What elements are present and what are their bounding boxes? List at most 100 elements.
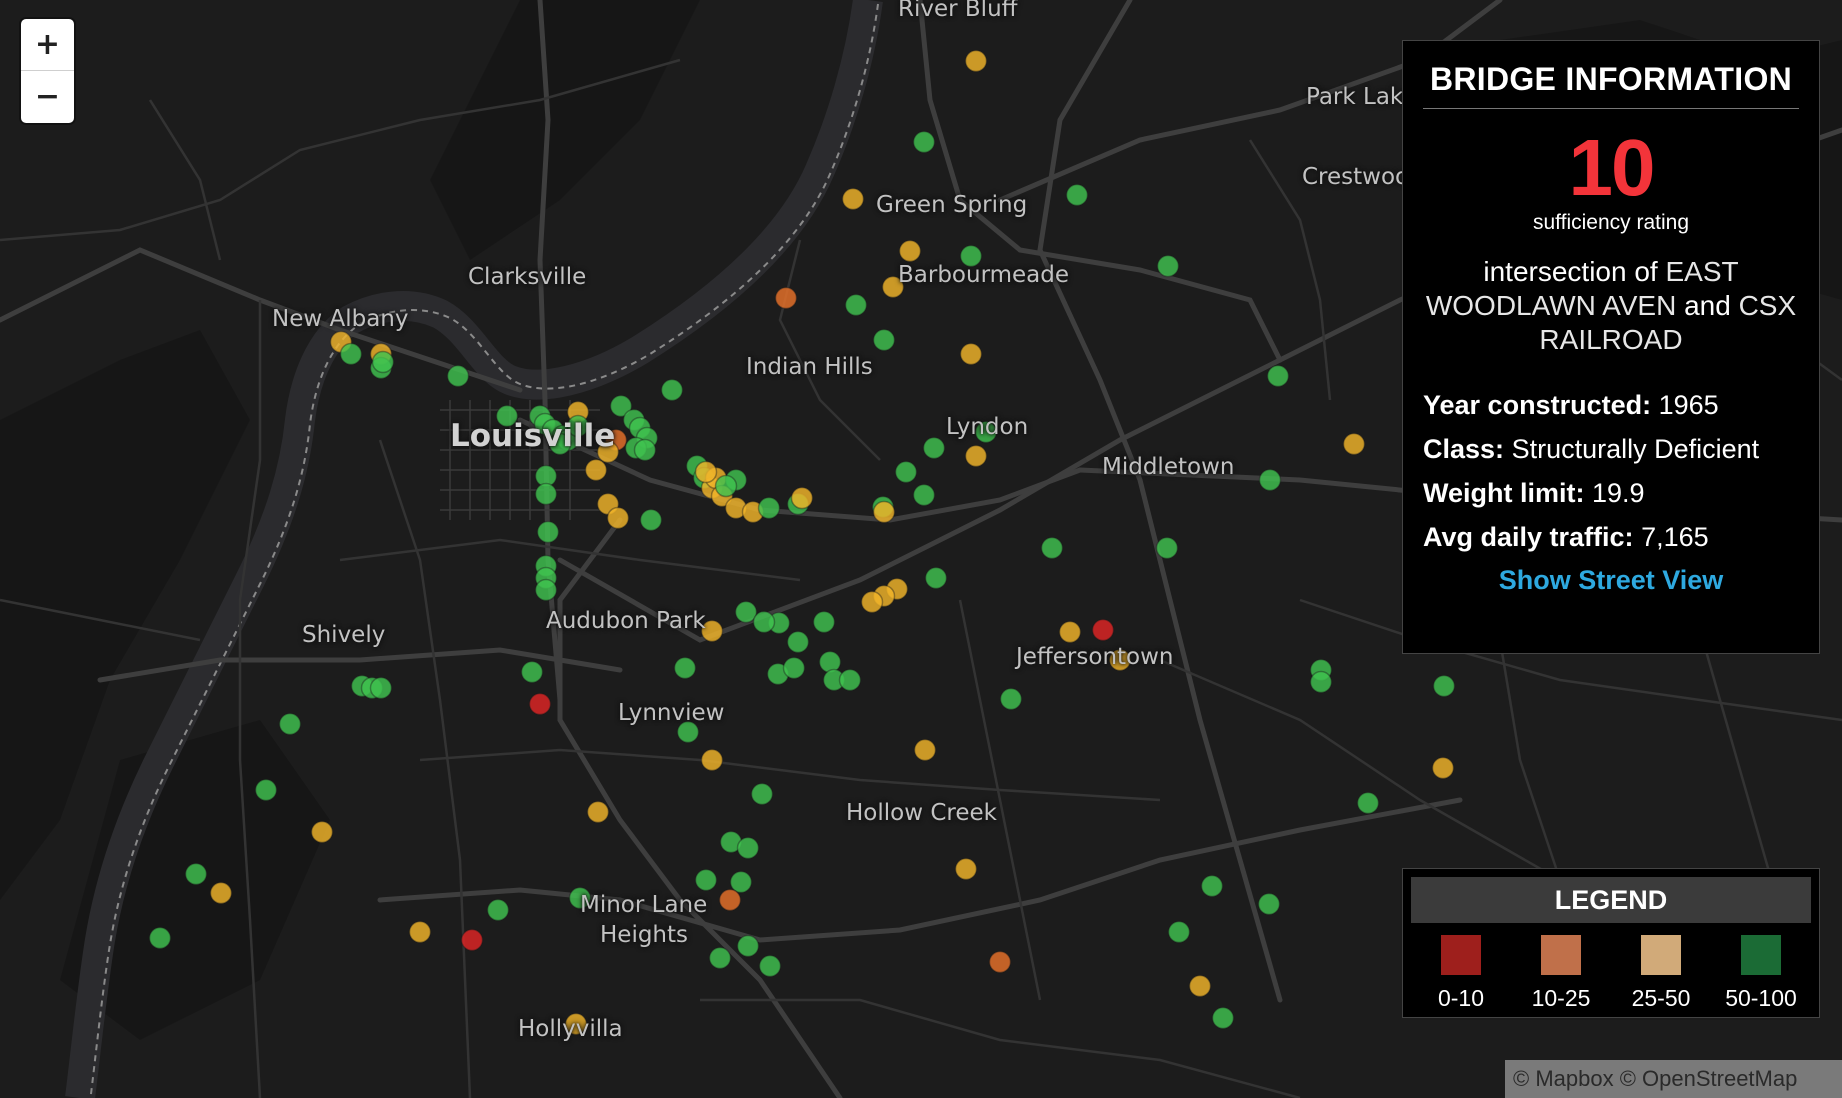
- bridge-marker[interactable]: [912, 483, 936, 507]
- bridge-marker[interactable]: [954, 857, 978, 881]
- bridge-marker[interactable]: [718, 888, 742, 912]
- bridge-marker[interactable]: [872, 328, 896, 352]
- bridge-marker[interactable]: [534, 482, 558, 506]
- bridge-marker[interactable]: [714, 474, 738, 498]
- bridge-marker[interactable]: [774, 286, 798, 310]
- bridge-marker[interactable]: [310, 820, 334, 844]
- bridge-marker[interactable]: [898, 239, 922, 263]
- bridge-marker[interactable]: [1211, 1006, 1235, 1030]
- bridge-marker[interactable]: [964, 444, 988, 468]
- bridge-marker[interactable]: [209, 881, 233, 905]
- bridge-marker[interactable]: [1309, 670, 1333, 694]
- bridge-marker[interactable]: [922, 436, 946, 460]
- bridge-marker[interactable]: [860, 590, 884, 614]
- bridge-marker[interactable]: [786, 630, 810, 654]
- place-label: Middletown: [1102, 454, 1235, 480]
- bridge-marker[interactable]: [750, 782, 774, 806]
- bridge-marker[interactable]: [1091, 618, 1115, 642]
- bridge-marker[interactable]: [1356, 791, 1380, 815]
- stat-weight: Weight limit: 19.9: [1423, 471, 1819, 515]
- place-label: Barbourmeade: [898, 262, 1070, 288]
- bridge-marker[interactable]: [408, 920, 432, 944]
- bridge-marker[interactable]: [912, 130, 936, 154]
- bridge-marker[interactable]: [708, 946, 732, 970]
- zoom-control: + −: [21, 19, 74, 123]
- bridge-marker[interactable]: [254, 778, 278, 802]
- bridge-marker[interactable]: [758, 954, 782, 978]
- bridge-marker[interactable]: [673, 656, 697, 680]
- bridge-marker[interactable]: [694, 868, 718, 892]
- bridge-marker[interactable]: [752, 610, 776, 634]
- bridge-marker[interactable]: [278, 712, 302, 736]
- bridge-marker[interactable]: [988, 950, 1012, 974]
- bridge-marker[interactable]: [520, 660, 544, 684]
- place-label: Lynnview: [618, 700, 725, 726]
- bridge-marker[interactable]: [534, 578, 558, 602]
- bridge-marker[interactable]: [1058, 620, 1082, 644]
- bridge-marker[interactable]: [1431, 756, 1455, 780]
- bridge-marker[interactable]: [838, 668, 862, 692]
- bridge-marker[interactable]: [1155, 536, 1179, 560]
- bridge-marker[interactable]: [1040, 536, 1064, 560]
- bridge-marker[interactable]: [894, 460, 918, 484]
- bridge-marker[interactable]: [872, 500, 896, 524]
- bridge-marker[interactable]: [757, 496, 781, 520]
- bridge-marker[interactable]: [184, 862, 208, 886]
- bridge-marker[interactable]: [999, 687, 1023, 711]
- bridge-marker[interactable]: [700, 748, 724, 772]
- bridge-marker[interactable]: [586, 800, 610, 824]
- bridge-marker[interactable]: [528, 692, 552, 716]
- place-label: Shively: [302, 622, 386, 648]
- bridge-marker[interactable]: [736, 934, 760, 958]
- bridge-marker[interactable]: [913, 738, 937, 762]
- bridge-marker[interactable]: [844, 293, 868, 317]
- bridge-marker[interactable]: [148, 926, 172, 950]
- stat-traffic-value: 7,165: [1641, 522, 1709, 552]
- zoom-in-button[interactable]: +: [21, 19, 74, 71]
- bridge-marker[interactable]: [1342, 432, 1366, 456]
- bridge-marker[interactable]: [1156, 254, 1180, 278]
- bridge-marker[interactable]: [639, 508, 663, 532]
- bridge-marker[interactable]: [460, 928, 484, 952]
- location-prefix: intersection of: [1483, 256, 1658, 287]
- place-label: Clarksville: [468, 264, 587, 290]
- bridge-marker[interactable]: [606, 506, 630, 530]
- bridge-marker[interactable]: [660, 378, 684, 402]
- bridge-marker[interactable]: [694, 460, 718, 484]
- bridge-marker[interactable]: [964, 49, 988, 73]
- bridge-marker[interactable]: [1167, 920, 1191, 944]
- bridge-marker[interactable]: [736, 836, 760, 860]
- bridge-marker[interactable]: [782, 656, 806, 680]
- bridge-marker[interactable]: [633, 438, 657, 462]
- bridge-marker[interactable]: [729, 870, 753, 894]
- bridge-marker[interactable]: [446, 364, 470, 388]
- bridge-marker[interactable]: [959, 342, 983, 366]
- bridge-marker[interactable]: [812, 610, 836, 634]
- bridge-marker[interactable]: [1065, 183, 1089, 207]
- legend-swatch: [1541, 935, 1581, 975]
- zoom-out-button[interactable]: −: [21, 71, 74, 122]
- bridge-marker[interactable]: [369, 676, 393, 700]
- legend-item: 25-50: [1615, 935, 1707, 1012]
- bridge-marker[interactable]: [1432, 674, 1456, 698]
- bridge-marker[interactable]: [1188, 974, 1212, 998]
- bridge-marker[interactable]: [584, 458, 608, 482]
- map-attribution[interactable]: © Mapbox © OpenStreetMap: [1505, 1060, 1842, 1098]
- place-label: River Bluff: [898, 0, 1018, 22]
- bridge-marker[interactable]: [924, 566, 948, 590]
- bridge-marker[interactable]: [1266, 364, 1290, 388]
- bridge-marker[interactable]: [841, 187, 865, 211]
- stat-year: Year constructed: 1965: [1423, 383, 1819, 427]
- bridge-marker[interactable]: [536, 520, 560, 544]
- bridge-marker[interactable]: [486, 898, 510, 922]
- bridge-marker[interactable]: [1257, 892, 1281, 916]
- bridge-marker[interactable]: [339, 342, 363, 366]
- show-street-view-link[interactable]: Show Street View: [1403, 565, 1819, 596]
- bridge-marker[interactable]: [1258, 468, 1282, 492]
- sufficiency-rating-value: 10: [1568, 123, 1656, 212]
- bridge-marker[interactable]: [790, 486, 814, 510]
- legend-title: LEGEND: [1411, 877, 1811, 923]
- bridge-marker[interactable]: [371, 350, 395, 374]
- bridge-marker[interactable]: [1200, 874, 1224, 898]
- legend-label: 25-50: [1631, 985, 1691, 1011]
